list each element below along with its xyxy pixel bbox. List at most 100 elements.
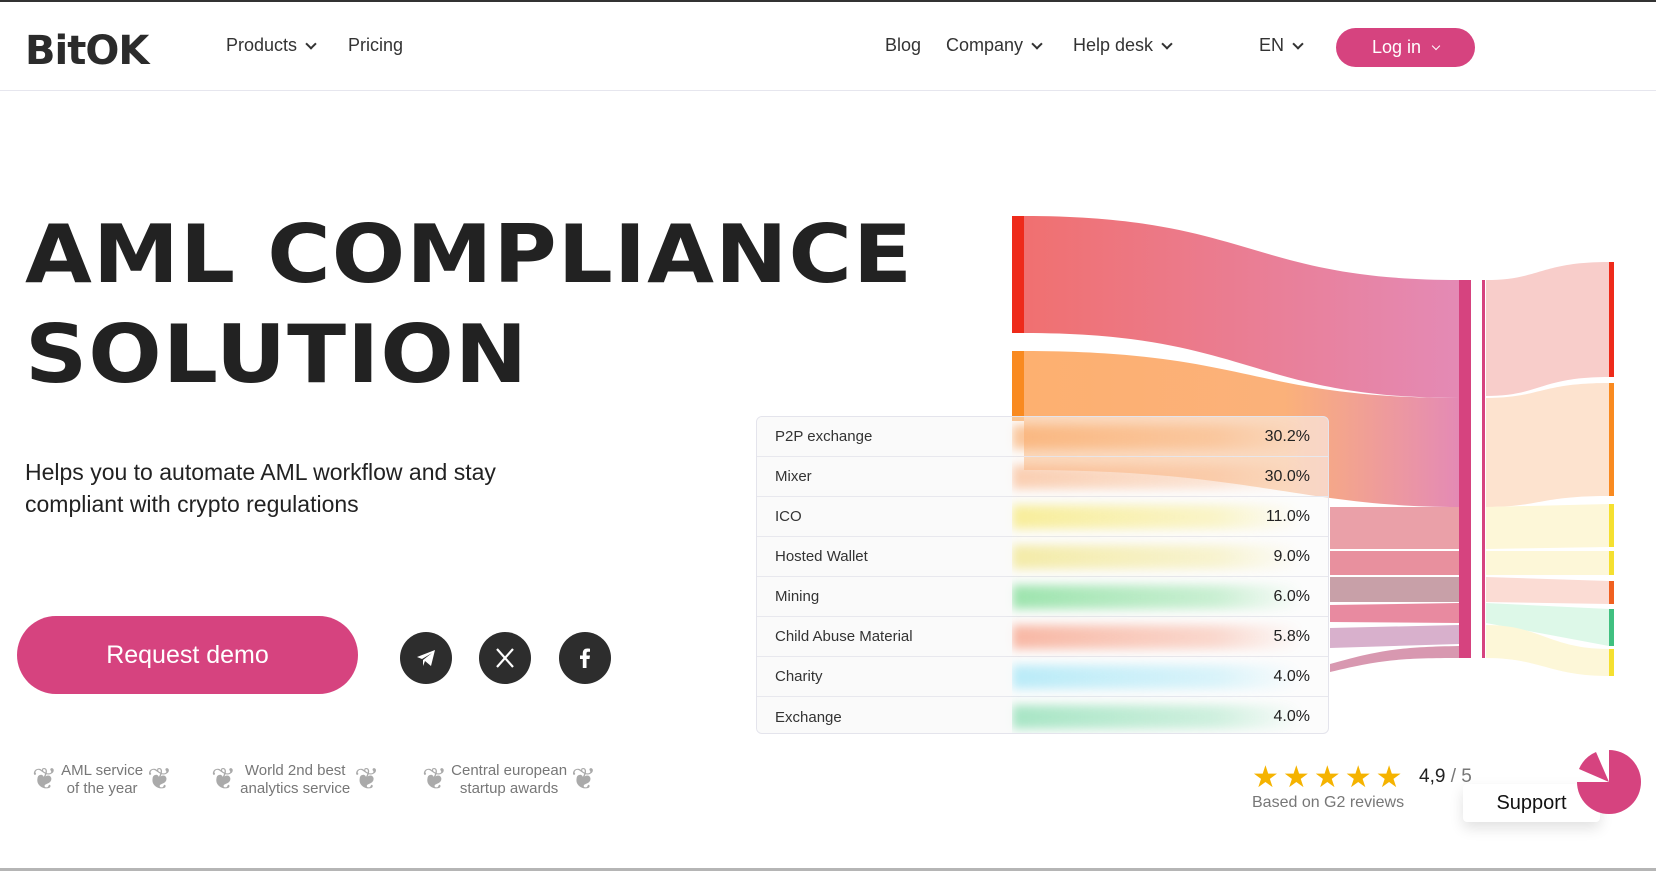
chevron-down-icon xyxy=(1161,37,1173,50)
nav-label: Help desk xyxy=(1073,35,1154,55)
table-row: ICO 11.0% xyxy=(757,497,1328,537)
award-line: World 2nd best xyxy=(244,762,346,779)
row-value: 11.0% xyxy=(1265,507,1310,525)
nav-company[interactable]: Company xyxy=(946,35,1043,56)
hero-title: AML COMPLIANCE SOLUTION xyxy=(25,205,913,405)
sankey-flow-small xyxy=(1330,507,1459,549)
logo[interactable]: BitOK xyxy=(25,28,149,74)
nav-help-desk[interactable]: Help desk xyxy=(1073,35,1173,56)
row-value: 30.0% xyxy=(1264,467,1310,485)
laurel-icon: ❦ xyxy=(422,763,448,796)
language-selector[interactable]: EN xyxy=(1259,35,1304,56)
risk-bar xyxy=(1012,505,1302,529)
award-line: startup awards xyxy=(459,780,559,797)
nav-products[interactable]: Products xyxy=(226,35,317,56)
laurel-icon: ❦ xyxy=(32,763,58,796)
sankey-flow-small xyxy=(1330,646,1459,672)
award-line: AML service xyxy=(61,762,144,779)
row-label: ICO xyxy=(757,497,1012,536)
title-line-2: SOLUTION xyxy=(25,308,529,401)
language-label: EN xyxy=(1259,35,1285,55)
award-world-2nd: ❦ World 2nd best analytics service ❦ xyxy=(211,755,379,805)
laurel-icon: ❦ xyxy=(354,763,380,796)
sankey-flow-small xyxy=(1330,625,1459,648)
x-link[interactable] xyxy=(479,632,531,684)
facebook-icon xyxy=(580,648,590,668)
sankey-node-middle xyxy=(1459,280,1471,658)
risk-bar xyxy=(1012,465,1302,489)
chevron-down-icon xyxy=(1031,37,1043,50)
row-label: P2P exchange xyxy=(757,417,1012,456)
telegram-link[interactable] xyxy=(400,632,452,684)
login-label: Log in xyxy=(1371,37,1422,57)
nav-label: Products xyxy=(226,35,298,55)
table-row: Child Abuse Material 5.8% xyxy=(757,617,1328,657)
table-row: P2P exchange 30.2% xyxy=(757,417,1328,457)
risk-bar xyxy=(1012,425,1302,449)
table-row: Mixer 30.0% xyxy=(757,457,1328,497)
facebook-link[interactable] xyxy=(559,632,611,684)
rating-stars: ★ ★ ★ ★ ★ xyxy=(1252,763,1403,793)
sankey-flow-small xyxy=(1330,577,1459,602)
award-line: analytics service xyxy=(240,780,351,797)
nav-label: Company xyxy=(946,35,1024,55)
row-value: 9.0% xyxy=(1273,547,1310,565)
nav-label: Blog xyxy=(885,35,922,55)
table-row: Charity 4.0% xyxy=(757,657,1328,697)
laurel-icon: ❦ xyxy=(571,763,597,796)
sankey-flow-small xyxy=(1330,603,1459,623)
table-row: Mining 6.0% xyxy=(757,577,1328,617)
request-demo-button[interactable]: Request demo xyxy=(17,616,358,694)
chevron-down-icon xyxy=(1431,41,1441,50)
site-header: BitOK Products Pricing Blog Company Help… xyxy=(0,2,1656,91)
risk-bar xyxy=(1012,545,1302,569)
row-value: 4.0% xyxy=(1273,667,1310,685)
laurel-icon: ❦ xyxy=(211,763,237,796)
row-label: Charity xyxy=(757,657,1012,696)
sankey-flow-red xyxy=(1024,216,1459,398)
row-label: Child Abuse Material xyxy=(757,617,1012,656)
award-central-european: ❦ Central european startup awards ❦ xyxy=(422,755,596,805)
laurel-icon: ❦ xyxy=(147,763,173,796)
reviews-caption: Based on G2 reviews xyxy=(1252,794,1405,811)
nav-label: Pricing xyxy=(348,35,404,55)
risk-bar xyxy=(1012,665,1302,689)
row-value: 4.0% xyxy=(1273,708,1310,725)
sankey-node-thin xyxy=(1482,280,1485,658)
star-icon: ★ xyxy=(1252,761,1279,794)
sankey-flow-small xyxy=(1330,551,1459,575)
star-icon: ★ xyxy=(1344,761,1372,794)
row-label: Mining xyxy=(757,577,1012,616)
row-value: 5.8% xyxy=(1273,627,1310,645)
hero-subtitle: Helps you to automate AML workflow and s… xyxy=(25,459,496,517)
support-chat-icon[interactable] xyxy=(1576,749,1642,815)
star-icon: ★ xyxy=(1313,761,1341,794)
chevron-down-icon xyxy=(1292,37,1304,50)
star-icon: ★ xyxy=(1375,761,1403,794)
telegram-icon xyxy=(417,650,435,666)
login-button[interactable]: Log in xyxy=(1336,28,1475,67)
sankey-right-flows xyxy=(1486,262,1614,676)
risk-bar xyxy=(1012,585,1302,609)
risk-bar xyxy=(1012,625,1302,649)
row-label: Exchange xyxy=(757,697,1012,733)
sankey-node-red xyxy=(1012,216,1024,333)
row-value: 6.0% xyxy=(1273,587,1310,605)
chevron-down-icon xyxy=(305,37,317,50)
table-row: Exchange 4.0% xyxy=(757,697,1328,733)
title-line-1: AML COMPLIANCE xyxy=(25,208,914,301)
sankey-node-orange xyxy=(1012,351,1024,421)
rating-score: 4,9 xyxy=(1419,766,1446,787)
award-line: of the year xyxy=(66,780,138,797)
star-icon: ★ xyxy=(1282,761,1310,794)
x-icon xyxy=(496,648,514,668)
row-label: Mixer xyxy=(757,457,1012,496)
nav-pricing[interactable]: Pricing xyxy=(348,35,403,56)
row-label: Hosted Wallet xyxy=(757,537,1012,576)
row-value: 30.2% xyxy=(1264,427,1310,445)
risk-bar xyxy=(1012,705,1302,729)
nav-blog[interactable]: Blog xyxy=(885,35,921,56)
award-line: Central european xyxy=(451,762,568,779)
risk-source-table: P2P exchange 30.2% Mixer 30.0% ICO 11.0% Hoste… xyxy=(756,416,1329,734)
award-aml-service: ❦ AML service of the year ❦ xyxy=(32,755,172,805)
